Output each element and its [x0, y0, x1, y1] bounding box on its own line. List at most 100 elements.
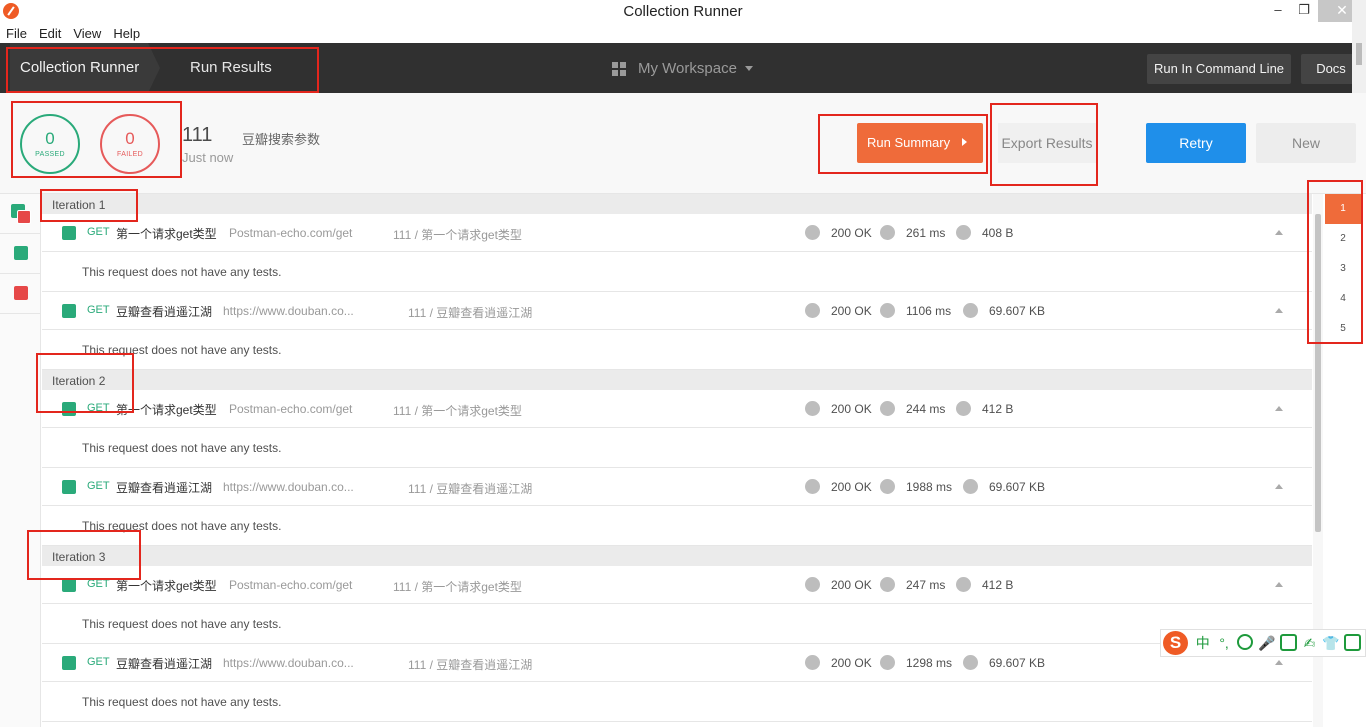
request-row[interactable]: GET 第一个请求get类型 Postman-echo.com/get 111 / 第…: [42, 214, 1312, 252]
response-status: 200 OK: [831, 304, 872, 318]
filter-all[interactable]: [0, 194, 41, 234]
size-dot-icon: [956, 401, 971, 416]
response-status: 200 OK: [831, 578, 872, 592]
request-name: 豆瓣查看逍遥江湖: [116, 657, 213, 671]
menu-edit[interactable]: Edit: [33, 23, 67, 43]
ime-mode-toggle[interactable]: 中: [1194, 634, 1211, 652]
request-name: 第一个请求get类型: [116, 227, 217, 241]
annotation-iteration-1: [40, 189, 138, 222]
request-path: 111 / 第一个请求get类型: [393, 404, 522, 418]
time-dot-icon: [880, 225, 895, 240]
request-path: 111 / 第一个请求get类型: [393, 580, 522, 594]
response-time: 247 ms: [906, 578, 946, 592]
filter-failed[interactable]: [0, 274, 41, 314]
emoji-icon[interactable]: [1237, 634, 1254, 652]
annotation-tabs: [6, 47, 319, 93]
response-time: 1988 ms: [906, 480, 953, 494]
time-dot-icon: [880, 577, 895, 592]
filter-passed[interactable]: [0, 234, 41, 274]
response-status: 200 OK: [831, 656, 872, 670]
status-dot-icon: [805, 479, 820, 494]
request-row[interactable]: GET 豆瓣查看逍遥江湖 https://www.douban.co... 111 /…: [42, 292, 1312, 330]
response-time: 1106 ms: [906, 304, 952, 318]
request-method: GET: [87, 656, 110, 668]
pass-status-icon: [62, 304, 76, 318]
run-name: 111: [182, 124, 213, 146]
response-size: 412 B: [982, 578, 1014, 592]
request-path: 111 / 豆瓣查看逍遥江湖: [408, 482, 533, 496]
menu-view[interactable]: View: [67, 23, 107, 43]
request-row[interactable]: GET 第一个请求get类型 Postman-echo.com/get 111 / 第…: [42, 566, 1312, 604]
time-dot-icon: [880, 479, 895, 494]
request-row[interactable]: GET 豆瓣查看逍遥江湖 https://www.douban.co... 111 /…: [42, 644, 1312, 682]
chevron-up-icon[interactable]: [1275, 660, 1283, 665]
results-list: Iteration 1 GET 第一个请求get类型 Postman-echo.com…: [42, 194, 1312, 727]
workspace-switcher[interactable]: My Workspace: [612, 60, 753, 77]
request-path: 111 / 豆瓣查看逍遥江湖: [408, 658, 533, 672]
sogou-logo-icon[interactable]: S: [1163, 631, 1189, 655]
tests-message: This request does not have any tests.: [42, 506, 1312, 546]
result-filter-rail: [0, 194, 41, 727]
toolbox-icon[interactable]: [1344, 634, 1361, 652]
run-summary-bar: 0 PASSED 0 FAILED 111 Just now 豆瓣搜索参数 Ru…: [0, 93, 1366, 194]
status-dot-icon: [805, 303, 820, 318]
size-dot-icon: [956, 225, 971, 240]
punctuation-toggle[interactable]: °,: [1215, 634, 1232, 652]
request-method: GET: [87, 304, 110, 316]
response-time: 1298 ms: [906, 656, 953, 670]
chevron-down-icon: [744, 66, 753, 71]
iteration-header: Iteration 2: [42, 370, 1312, 390]
iteration-header: Iteration 1: [42, 194, 1312, 214]
iteration-header: Iteration 3: [42, 546, 1312, 566]
response-size: 69.607 KB: [989, 656, 1046, 670]
microphone-icon[interactable]: 🎤: [1258, 634, 1275, 652]
size-dot-icon: [963, 479, 978, 494]
response-status: 200 OK: [831, 402, 872, 416]
request-row[interactable]: GET 豆瓣查看逍遥江湖 https://www.douban.co... 111 /…: [42, 468, 1312, 506]
size-dot-icon: [963, 303, 978, 318]
chevron-up-icon[interactable]: [1275, 582, 1283, 587]
failed-square-icon: [14, 286, 28, 300]
pass-status-icon: [62, 480, 76, 494]
annotation-counters: [11, 101, 182, 178]
request-row[interactable]: GET 第一个请求get类型 Postman-echo.com/get 111 / 第…: [42, 390, 1312, 428]
ime-toolbar: S 中 °, 🎤 ✍ 👕: [1160, 629, 1366, 657]
run-time: Just now: [182, 150, 234, 165]
chevron-up-icon[interactable]: [1275, 484, 1283, 489]
chevron-up-icon[interactable]: [1275, 230, 1283, 235]
response-size: 412 B: [982, 402, 1014, 416]
response-status: 200 OK: [831, 480, 872, 494]
annotation-export-results: [990, 103, 1098, 186]
request-path: 111 / 第一个请求get类型: [393, 228, 522, 242]
status-dot-icon: [805, 401, 820, 416]
response-status: 200 OK: [831, 226, 872, 240]
scrollbar-thumb[interactable]: [1356, 43, 1362, 65]
new-button[interactable]: New: [1256, 123, 1356, 163]
request-method: GET: [87, 480, 110, 492]
chevron-up-icon[interactable]: [1275, 406, 1283, 411]
keyboard-icon[interactable]: [1280, 634, 1297, 652]
tests-message: This request does not have any tests.: [42, 604, 1312, 644]
request-name: 豆瓣查看逍遥江湖: [116, 481, 213, 495]
annotation-iteration-3: [27, 530, 141, 580]
title-bar: Collection Runner – ❐ ✕: [0, 0, 1366, 23]
tests-message: This request does not have any tests.: [42, 428, 1312, 468]
run-in-command-line-button[interactable]: Run In Command Line: [1147, 54, 1291, 84]
response-size: 408 B: [982, 226, 1014, 240]
skin-icon[interactable]: 👕: [1322, 634, 1339, 652]
menu-help[interactable]: Help: [107, 23, 146, 43]
menu-file[interactable]: File: [0, 23, 33, 43]
time-dot-icon: [880, 655, 895, 670]
request-url: https://www.douban.co...: [223, 656, 354, 670]
request-path: 111 / 豆瓣查看逍遥江湖: [408, 306, 533, 320]
chevron-up-icon[interactable]: [1275, 308, 1283, 313]
status-dot-icon: [805, 225, 820, 240]
request-url: https://www.douban.co...: [223, 480, 354, 494]
window-scrollbar[interactable]: [1352, 0, 1366, 93]
size-dot-icon: [956, 577, 971, 592]
request-url: https://www.douban.co...: [223, 304, 354, 318]
time-dot-icon: [880, 401, 895, 416]
handwriting-icon[interactable]: ✍: [1301, 634, 1318, 652]
retry-button[interactable]: Retry: [1146, 123, 1246, 163]
tests-message: This request does not have any tests.: [42, 682, 1312, 722]
